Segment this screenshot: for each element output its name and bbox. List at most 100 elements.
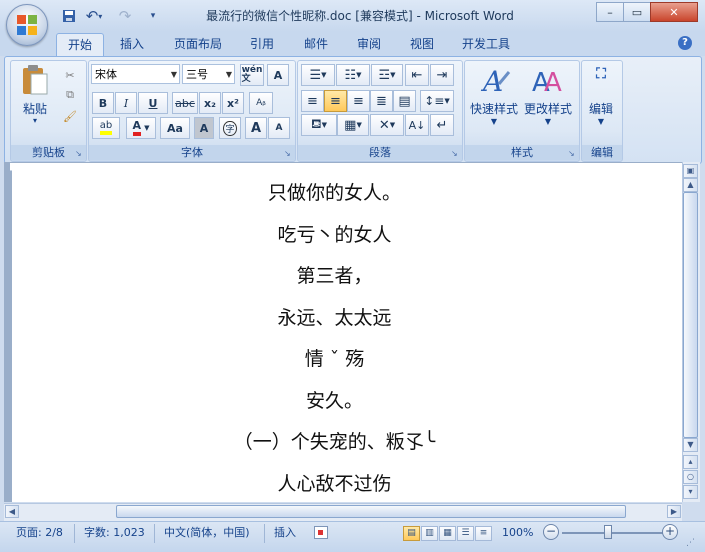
character-border-icon[interactable]: A [267, 64, 289, 86]
tab-page-layout[interactable]: 页面布局 [164, 33, 232, 55]
print-layout-view-icon[interactable]: ▤ [403, 526, 420, 541]
numbering-icon[interactable]: ☷ ▼ [336, 64, 370, 86]
undo-button[interactable]: ↶ ▾ [80, 7, 108, 25]
justify-icon[interactable]: ≣ [370, 90, 393, 112]
dialog-launcher-icon[interactable]: ↘ [284, 150, 292, 158]
document-line[interactable]: 只做你的女人。 [12, 180, 657, 206]
scroll-down-icon[interactable]: ▼ [683, 438, 698, 452]
enclose-characters-icon[interactable]: 字 [219, 117, 241, 139]
change-styles-icon: A A [532, 68, 562, 96]
font-size-combo[interactable]: 三号 ▼ [182, 64, 235, 84]
superscript-button[interactable]: x² [222, 92, 244, 114]
align-center-icon[interactable]: ≡ [324, 90, 347, 112]
scroll-right-icon[interactable]: ▶ [667, 505, 681, 518]
restore-button[interactable]: ▭ [623, 2, 651, 22]
change-case-button[interactable]: Aa [160, 117, 190, 139]
zoom-out-icon[interactable]: − [543, 524, 559, 540]
zoom-in-icon[interactable]: + [662, 524, 678, 540]
phonetic-guide-icon[interactable]: wén 文 [240, 64, 264, 86]
align-left-icon[interactable]: ≡ [301, 90, 324, 112]
horizontal-scroll-thumb[interactable] [116, 505, 626, 518]
document-line[interactable]: 永远、太太远 [12, 305, 657, 331]
highlight-button[interactable]: ab [92, 117, 120, 139]
zoom-level[interactable]: 100% [502, 525, 533, 541]
dialog-launcher-icon[interactable]: ↘ [75, 150, 83, 158]
full-screen-reading-icon[interactable]: ▥ [421, 526, 438, 541]
shrink-font-icon[interactable]: A [268, 117, 290, 139]
cut-icon[interactable]: ✂ [60, 64, 80, 86]
italic-button[interactable]: I [115, 92, 137, 114]
show-marks-icon[interactable]: ↵ [430, 114, 454, 136]
quick-styles-button[interactable]: A 快速样式 ▼ [467, 62, 521, 134]
strikethrough-button[interactable]: abc [172, 92, 198, 114]
resize-grip-icon[interactable]: ⋰ [686, 538, 696, 548]
language-status[interactable]: 中文(简体，中国) [164, 525, 250, 541]
chinese-layout-icon[interactable]: ✕ ▼ [370, 114, 404, 136]
page-count[interactable]: 页面: 2/8 [16, 525, 63, 541]
ruler-toggle-icon[interactable]: ▣ [683, 164, 698, 178]
tab-mailings[interactable]: 邮件 [294, 33, 338, 55]
document-line[interactable]: 第三者， [12, 263, 657, 289]
line-spacing-icon[interactable]: ↕≡ ▼ [420, 90, 454, 112]
multilevel-list-icon[interactable]: ☲ ▼ [371, 64, 403, 86]
document-line[interactable]: 安久。 [12, 388, 657, 414]
tab-home[interactable]: 开始 [56, 33, 104, 56]
office-button[interactable] [6, 4, 48, 46]
previous-page-icon[interactable]: ▴ [683, 455, 698, 469]
redo-button[interactable]: ↷ [112, 7, 138, 25]
change-styles-button[interactable]: A A 更改样式 ▼ [522, 62, 574, 134]
font-name-combo[interactable]: 宋体 ▼ [91, 64, 180, 84]
chevron-down-icon: ▼ [225, 70, 232, 79]
vertical-scroll-thumb[interactable] [683, 192, 698, 438]
document-line[interactable]: 情 ˇ 殇 [12, 346, 657, 372]
align-right-icon[interactable]: ≡ [347, 90, 370, 112]
macro-record-icon[interactable] [314, 526, 328, 539]
increase-indent-icon[interactable]: ⇥ [430, 64, 454, 86]
document-line[interactable]: 吃亏丶的女人 [12, 222, 657, 248]
next-page-icon[interactable]: ▾ [683, 485, 698, 499]
zoom-slider-track[interactable] [562, 532, 666, 534]
bold-button[interactable]: B [92, 92, 114, 114]
close-button[interactable]: ✕ [650, 2, 698, 22]
dialog-launcher-icon[interactable]: ↘ [451, 150, 459, 158]
shading-icon[interactable]: ⛾ ▼ [301, 114, 337, 136]
document-line[interactable]: 人心敌不过伤 [12, 471, 657, 497]
zoom-slider-thumb[interactable] [604, 525, 612, 539]
minimize-button[interactable]: – [596, 2, 624, 22]
clear-formatting-icon[interactable]: Aᵦ [249, 92, 273, 114]
save-icon[interactable] [60, 7, 78, 25]
subscript-button[interactable]: x₂ [199, 92, 221, 114]
insert-mode[interactable]: 插入 [274, 525, 296, 541]
svg-text:A: A [480, 65, 503, 96]
outline-view-icon[interactable]: ☰ [457, 526, 474, 541]
tab-references[interactable]: 引用 [240, 33, 284, 55]
web-layout-view-icon[interactable]: ▦ [439, 526, 456, 541]
font-size-value: 三号 [186, 68, 208, 81]
decrease-indent-icon[interactable]: ⇤ [405, 64, 429, 86]
word-count[interactable]: 字数: 1,023 [84, 525, 145, 541]
borders-icon[interactable]: ▦ ▼ [337, 114, 369, 136]
distributed-icon[interactable]: ▤ [393, 90, 416, 112]
format-painter-icon[interactable]: 🖌 [60, 105, 80, 127]
tab-view[interactable]: 视图 [400, 33, 444, 55]
scroll-up-icon[interactable]: ▲ [683, 178, 698, 192]
dialog-launcher-icon[interactable]: ↘ [568, 150, 576, 158]
draft-view-icon[interactable]: ≡ [475, 526, 492, 541]
editing-button[interactable]: ⛶ 编辑 ▼ [583, 62, 619, 134]
help-icon[interactable]: ? [678, 36, 692, 50]
tab-developer[interactable]: 开发工具 [452, 33, 520, 55]
document-line[interactable]: （一）个失宠的、粄孓╰ [12, 429, 657, 455]
font-color-button[interactable]: A ▼ [126, 117, 156, 139]
paste-button[interactable]: 粘贴 ▾ [14, 62, 56, 130]
tab-review[interactable]: 审阅 [346, 33, 392, 55]
character-shading-icon[interactable]: A [194, 117, 214, 139]
copy-icon[interactable]: ⧉ [60, 84, 80, 106]
scroll-left-icon[interactable]: ◀ [5, 505, 19, 518]
select-browse-object-icon[interactable]: ○ [683, 470, 698, 484]
underline-button[interactable]: U [138, 92, 168, 114]
sort-icon[interactable]: A↓ [405, 114, 429, 136]
bullets-icon[interactable]: ☰ ▼ [301, 64, 335, 86]
grow-font-icon[interactable]: A [245, 117, 267, 139]
tab-insert[interactable]: 插入 [110, 33, 154, 55]
quick-styles-icon: A [480, 65, 511, 96]
